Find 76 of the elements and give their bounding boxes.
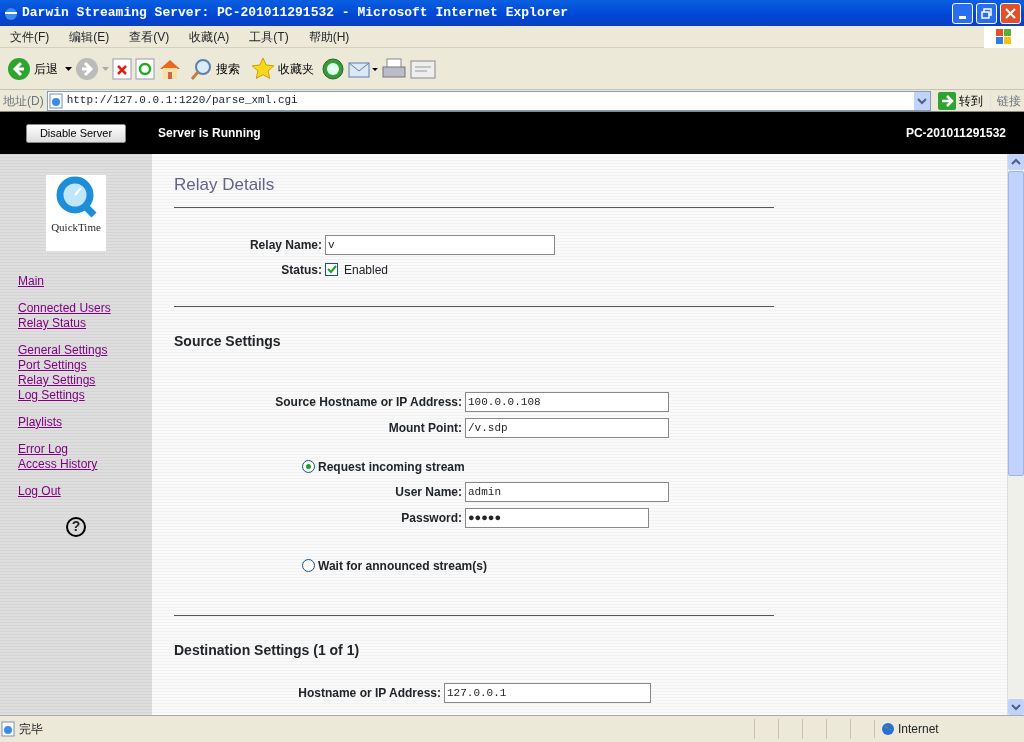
sidebar-link[interactable]: Playlists [18, 415, 62, 430]
globe-icon [881, 722, 895, 736]
scrollbar[interactable] [1007, 154, 1024, 715]
right-arrow-icon [938, 91, 956, 110]
page-icon [47, 92, 64, 109]
security-zone-text: Internet [898, 721, 939, 738]
host-name: PC-201011291532 [905, 125, 1006, 142]
page-title: Relay Details [174, 174, 276, 196]
input-field[interactable]: ●●●●● [465, 507, 649, 528]
sidebar-link[interactable]: Access History [18, 457, 98, 472]
input-field[interactable]: 100.0.0.108 [465, 391, 669, 412]
address-field[interactable]: http://127.0.0.1:1220/parse_xml.cgi [46, 90, 931, 111]
field-label: Mount Point: [388, 419, 462, 437]
restore-icon [981, 7, 992, 19]
status-text: 完毕 [19, 721, 44, 738]
sidebar-link[interactable]: Log Settings [18, 388, 85, 403]
menu-item[interactable]: 编辑(E) [59, 27, 120, 46]
page-icon [0, 721, 16, 737]
field-label: Password: [401, 509, 462, 527]
scrollbar-thumb[interactable] [1008, 171, 1024, 476]
field-label: Status: [281, 261, 322, 279]
disable-server-button[interactable]: Disable Server [26, 123, 126, 143]
radio-label: Request incoming stream [318, 458, 465, 476]
field-label: User Name: [395, 483, 462, 501]
server-status-text: Server is Running [158, 125, 262, 142]
minimize-icon [959, 15, 966, 19]
address-label: 地址(D) [3, 92, 44, 110]
stop-icon[interactable] [112, 57, 132, 80]
minimize-button[interactable] [952, 2, 973, 24]
radio-button[interactable] [302, 559, 315, 572]
dropdown-arrow-icon[interactable] [65, 66, 72, 71]
input-field[interactable]: 127.0.0.1 [444, 682, 651, 703]
menu-item[interactable]: 文件(F) [0, 27, 60, 46]
sidebar-link[interactable]: Error Log [18, 442, 69, 457]
field-label: Hostname or IP Address: [298, 684, 441, 702]
refresh-icon[interactable] [135, 57, 155, 80]
sidebar-link[interactable]: Port Settings [18, 358, 87, 373]
checkbox-label: Enabled [344, 261, 389, 279]
checkbox[interactable] [325, 263, 338, 276]
menu-item[interactable]: 帮助(H) [298, 27, 360, 46]
sidebar-link[interactable]: Relay Status [18, 316, 87, 331]
back-button[interactable]: 后退 [3, 54, 62, 83]
links-label[interactable]: 链接 [990, 91, 1021, 110]
input-field[interactable]: admin [465, 481, 669, 502]
sidebar-link[interactable]: Connected Users [18, 301, 111, 316]
star-icon [251, 56, 275, 81]
radio-button[interactable] [302, 460, 315, 473]
sidebar-link[interactable]: General Settings [18, 343, 108, 358]
menu-item[interactable]: 查看(V) [119, 27, 180, 46]
restore-button[interactable] [976, 2, 997, 24]
sidebar-link[interactable]: Relay Settings [18, 373, 96, 388]
section-heading: Destination Settings (1 of 1) [174, 640, 361, 660]
search-button[interactable]: 搜索 [185, 54, 244, 83]
menu-item[interactable]: 工具(T) [239, 27, 299, 46]
window-title: Darwin Streaming Server: PC-201011291532 - Microsoft Internet Explorer [22, 4, 570, 23]
field-label: Source Hostname or IP Address: [275, 393, 462, 411]
home-icon[interactable] [158, 57, 182, 80]
sidebar-link[interactable]: Main [18, 274, 44, 289]
quicktime-logo: QuickTime [46, 175, 106, 251]
input-field[interactable]: v [325, 234, 555, 255]
go-button[interactable]: 转到 [934, 89, 987, 112]
search-icon [189, 56, 213, 81]
help-icon[interactable]: ? [66, 517, 86, 537]
ie-icon [3, 5, 19, 21]
favorites-button[interactable]: 收藏夹 [247, 54, 318, 83]
field-label: Relay Name: [249, 236, 322, 254]
input-field[interactable]: /v.sdp [465, 417, 669, 438]
windows-flag-icon [984, 25, 1024, 48]
radio-label: Wait for announced stream(s) [318, 557, 487, 575]
quicktime-q-icon [54, 175, 98, 219]
close-button[interactable] [1000, 2, 1021, 24]
menu-item[interactable]: 收藏(A) [179, 27, 240, 46]
printer-icon[interactable] [381, 57, 407, 80]
section-heading: Source Settings [174, 331, 282, 351]
sidebar-link[interactable]: Log Out [18, 484, 61, 499]
close-icon [1005, 7, 1016, 19]
